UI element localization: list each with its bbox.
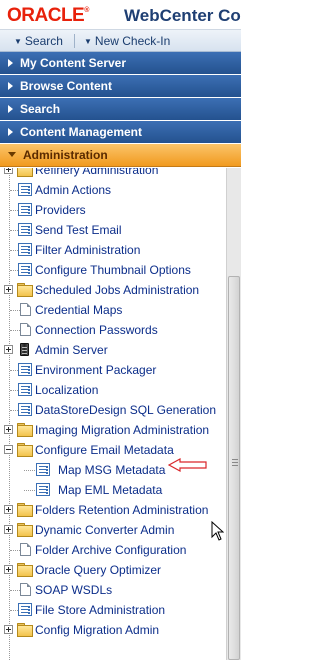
form-icon xyxy=(18,603,32,616)
document-icon xyxy=(20,323,31,336)
tree-connector xyxy=(10,230,18,231)
grip-line xyxy=(232,465,238,466)
tree-scrollbar[interactable] xyxy=(226,168,241,660)
navigation-sections: My Content Server Browse Content Search … xyxy=(0,52,241,167)
mouse-pointer-icon xyxy=(211,521,224,541)
folder-icon xyxy=(17,423,33,437)
triangle-right-icon xyxy=(8,59,13,67)
triangle-down-icon xyxy=(8,152,16,157)
expand-plus-icon[interactable] xyxy=(4,525,13,534)
tree-connector xyxy=(24,490,35,491)
section-my-content-server[interactable]: My Content Server xyxy=(0,52,241,75)
search-menu[interactable]: ▼ Search xyxy=(14,34,63,48)
form-icon xyxy=(18,203,32,216)
tree-connector xyxy=(10,590,20,591)
section-search[interactable]: Search xyxy=(0,98,241,121)
oracle-logo: ORACLE® xyxy=(7,5,89,26)
tree-connector xyxy=(10,610,18,611)
form-icon xyxy=(18,383,32,396)
triangle-right-icon xyxy=(8,82,13,90)
form-icon xyxy=(36,463,50,476)
form-icon xyxy=(18,263,32,276)
document-icon xyxy=(20,543,31,556)
expand-plus-icon[interactable] xyxy=(4,625,13,634)
folder-icon xyxy=(17,168,33,177)
folder-icon xyxy=(17,623,33,637)
form-icon xyxy=(18,183,32,196)
triangle-right-icon xyxy=(8,128,13,136)
annotation-arrow-icon xyxy=(168,458,207,472)
form-icon xyxy=(18,223,32,236)
toolbar-divider xyxy=(74,34,75,48)
section-administration[interactable]: Administration xyxy=(0,144,241,167)
quick-toolbar: ▼ Search ▼ New Check-In xyxy=(0,30,241,52)
tree-connector xyxy=(10,190,18,191)
folder-icon xyxy=(17,503,33,517)
folder-icon xyxy=(17,283,33,297)
document-icon xyxy=(20,583,31,596)
app-header: ORACLE® WebCenter Co xyxy=(0,0,241,30)
document-icon xyxy=(20,303,31,316)
expand-plus-icon[interactable] xyxy=(4,285,13,294)
caret-down-icon: ▼ xyxy=(84,37,92,46)
form-icon xyxy=(18,243,32,256)
triangle-right-icon xyxy=(8,105,13,113)
folder-icon xyxy=(17,563,33,577)
tree-connector xyxy=(10,250,18,251)
tree-connector xyxy=(9,168,10,660)
section-browse-content[interactable]: Browse Content xyxy=(0,75,241,98)
expand-plus-icon[interactable] xyxy=(4,168,13,174)
tree-connector xyxy=(10,370,18,371)
grip-line xyxy=(232,459,238,460)
product-name: WebCenter Co xyxy=(124,6,241,25)
folder-icon xyxy=(17,443,33,457)
tree-connector xyxy=(24,470,35,471)
tree-connector xyxy=(10,210,18,211)
caret-down-icon: ▼ xyxy=(14,37,22,46)
expand-plus-icon[interactable] xyxy=(4,565,13,574)
form-icon xyxy=(18,363,32,376)
expand-plus-icon[interactable] xyxy=(4,505,13,514)
grip-line xyxy=(232,462,238,463)
folder-icon xyxy=(17,523,33,537)
server-icon xyxy=(20,343,29,356)
tree-connector xyxy=(10,310,20,311)
tree-connector xyxy=(10,270,18,271)
collapse-minus-icon[interactable] xyxy=(4,445,13,454)
expand-plus-icon[interactable] xyxy=(4,425,13,434)
tree-connector xyxy=(10,410,18,411)
tree-connector xyxy=(10,390,18,391)
scrollbar-thumb[interactable] xyxy=(228,276,240,660)
form-icon xyxy=(36,483,50,496)
admin-tree: Refinery Administration Admin Actions Pr… xyxy=(0,168,226,660)
form-icon xyxy=(18,403,32,416)
section-content-management[interactable]: Content Management xyxy=(0,121,241,144)
expand-plus-icon[interactable] xyxy=(4,345,13,354)
tree-connector xyxy=(10,330,20,331)
tree-connector xyxy=(10,550,20,551)
new-checkin-menu[interactable]: ▼ New Check-In xyxy=(84,34,170,48)
